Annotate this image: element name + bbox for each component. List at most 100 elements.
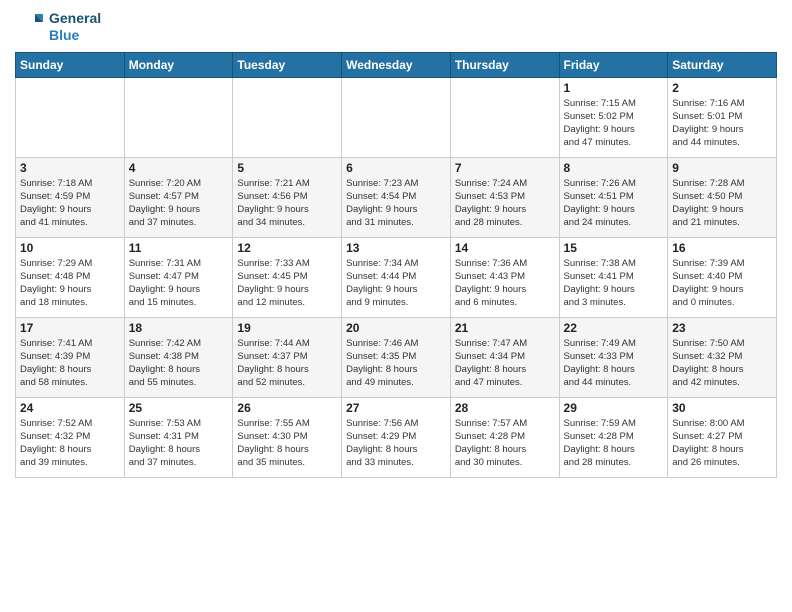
calendar-cell	[233, 77, 342, 157]
calendar-cell: 23 Sunrise: 7:50 AM Sunset: 4:32 PM Dayli…	[668, 317, 777, 397]
calendar-cell: 15Sunrise: 7:38 AM Sunset: 4:41 PM Dayli…	[559, 237, 668, 317]
day-info: Sunrise: 7:20 AM Sunset: 4:57 PM Dayligh…	[129, 177, 229, 230]
calendar-cell: 4 Sunrise: 7:20 AM Sunset: 4:57 PM Daylig…	[124, 157, 233, 237]
calendar-cell: 26 Sunrise: 7:55 AM Sunset: 4:30 PM Dayli…	[233, 397, 342, 477]
day-number: 24	[20, 401, 120, 415]
day-info: Sunrise: 8:00 AM Sunset: 4:27 PM Dayligh…	[672, 417, 772, 470]
day-info: Sunrise: 7:50 AM Sunset: 4:32 PM Dayligh…	[672, 337, 772, 390]
day-number: 16	[672, 241, 772, 255]
day-info: Sunrise: 7:53 AM Sunset: 4:31 PM Dayligh…	[129, 417, 229, 470]
day-info: Sunrise: 7:29 AM Sunset: 4:48 PM Dayligh…	[20, 257, 120, 310]
day-info: Sunrise: 7:39 AM Sunset: 4:40 PM Dayligh…	[672, 257, 772, 310]
day-info: Sunrise: 7:49 AM Sunset: 4:33 PM Dayligh…	[564, 337, 664, 390]
calendar-cell: 30 Sunrise: 8:00 AM Sunset: 4:27 PM Dayli…	[668, 397, 777, 477]
calendar-cell: 21 Sunrise: 7:47 AM Sunset: 4:34 PM Dayli…	[450, 317, 559, 397]
day-number: 18	[129, 321, 229, 335]
calendar-cell: 1 Sunrise: 7:15 AM Sunset: 5:02 PM Daylig…	[559, 77, 668, 157]
day-number: 22	[564, 321, 664, 335]
day-number: 25	[129, 401, 229, 415]
calendar-cell	[450, 77, 559, 157]
day-info: Sunrise: 7:44 AM Sunset: 4:37 PM Dayligh…	[237, 337, 337, 390]
calendar-cell: 24 Sunrise: 7:52 AM Sunset: 4:32 PM Dayli…	[16, 397, 125, 477]
calendar-cell: 3Sunrise: 7:18 AM Sunset: 4:59 PM Daylig…	[16, 157, 125, 237]
calendar-cell: 13 Sunrise: 7:34 AM Sunset: 4:44 PM Dayli…	[342, 237, 451, 317]
logo-blue: Blue	[49, 27, 101, 44]
calendar-header-row: SundayMondayTuesdayWednesdayThursdayFrid…	[16, 52, 777, 77]
day-info: Sunrise: 7:15 AM Sunset: 5:02 PM Dayligh…	[564, 97, 664, 150]
col-header-monday: Monday	[124, 52, 233, 77]
calendar-cell: 11 Sunrise: 7:31 AM Sunset: 4:47 PM Dayli…	[124, 237, 233, 317]
day-info: Sunrise: 7:34 AM Sunset: 4:44 PM Dayligh…	[346, 257, 446, 310]
calendar-cell: 5 Sunrise: 7:21 AM Sunset: 4:56 PM Daylig…	[233, 157, 342, 237]
day-info: Sunrise: 7:23 AM Sunset: 4:54 PM Dayligh…	[346, 177, 446, 230]
page-container: General Blue SundayMondayTuesdayWednesda…	[0, 0, 792, 483]
calendar-cell: 29Sunrise: 7:59 AM Sunset: 4:28 PM Dayli…	[559, 397, 668, 477]
calendar-cell: 28 Sunrise: 7:57 AM Sunset: 4:28 PM Dayli…	[450, 397, 559, 477]
day-info: Sunrise: 7:52 AM Sunset: 4:32 PM Dayligh…	[20, 417, 120, 470]
day-info: Sunrise: 7:21 AM Sunset: 4:56 PM Dayligh…	[237, 177, 337, 230]
day-number: 9	[672, 161, 772, 175]
day-number: 8	[564, 161, 664, 175]
day-number: 14	[455, 241, 555, 255]
day-number: 30	[672, 401, 772, 415]
calendar-cell: 8 Sunrise: 7:26 AM Sunset: 4:51 PM Daylig…	[559, 157, 668, 237]
day-info: Sunrise: 7:57 AM Sunset: 4:28 PM Dayligh…	[455, 417, 555, 470]
day-number: 13	[346, 241, 446, 255]
calendar-cell: 19Sunrise: 7:44 AM Sunset: 4:37 PM Dayli…	[233, 317, 342, 397]
day-info: Sunrise: 7:55 AM Sunset: 4:30 PM Dayligh…	[237, 417, 337, 470]
day-number: 21	[455, 321, 555, 335]
day-number: 20	[346, 321, 446, 335]
calendar-week-4: 17 Sunrise: 7:41 AM Sunset: 4:39 PM Dayli…	[16, 317, 777, 397]
calendar-cell: 18 Sunrise: 7:42 AM Sunset: 4:38 PM Dayli…	[124, 317, 233, 397]
logo-svg-icon	[15, 12, 45, 42]
day-info: Sunrise: 7:38 AM Sunset: 4:41 PM Dayligh…	[564, 257, 664, 310]
day-number: 23	[672, 321, 772, 335]
col-header-thursday: Thursday	[450, 52, 559, 77]
day-info: Sunrise: 7:31 AM Sunset: 4:47 PM Dayligh…	[129, 257, 229, 310]
calendar-cell: 12 Sunrise: 7:33 AM Sunset: 4:45 PM Dayli…	[233, 237, 342, 317]
day-number: 5	[237, 161, 337, 175]
day-info: Sunrise: 7:41 AM Sunset: 4:39 PM Dayligh…	[20, 337, 120, 390]
logo-general: General	[49, 10, 101, 27]
calendar-cell: 25 Sunrise: 7:53 AM Sunset: 4:31 PM Dayli…	[124, 397, 233, 477]
day-number: 4	[129, 161, 229, 175]
calendar-cell: 27Sunrise: 7:56 AM Sunset: 4:29 PM Dayli…	[342, 397, 451, 477]
col-header-tuesday: Tuesday	[233, 52, 342, 77]
calendar-cell: 2 Sunrise: 7:16 AM Sunset: 5:01 PM Daylig…	[668, 77, 777, 157]
calendar-cell: 6 Sunrise: 7:23 AM Sunset: 4:54 PM Daylig…	[342, 157, 451, 237]
day-number: 7	[455, 161, 555, 175]
calendar-week-3: 10 Sunrise: 7:29 AM Sunset: 4:48 PM Dayli…	[16, 237, 777, 317]
logo: General Blue	[15, 10, 101, 44]
calendar-week-5: 24 Sunrise: 7:52 AM Sunset: 4:32 PM Dayli…	[16, 397, 777, 477]
calendar-cell	[16, 77, 125, 157]
day-number: 6	[346, 161, 446, 175]
calendar-cell: 17 Sunrise: 7:41 AM Sunset: 4:39 PM Dayli…	[16, 317, 125, 397]
calendar-cell: 9 Sunrise: 7:28 AM Sunset: 4:50 PM Daylig…	[668, 157, 777, 237]
day-number: 26	[237, 401, 337, 415]
day-number: 28	[455, 401, 555, 415]
day-info: Sunrise: 7:46 AM Sunset: 4:35 PM Dayligh…	[346, 337, 446, 390]
day-number: 17	[20, 321, 120, 335]
day-info: Sunrise: 7:36 AM Sunset: 4:43 PM Dayligh…	[455, 257, 555, 310]
day-number: 12	[237, 241, 337, 255]
day-info: Sunrise: 7:16 AM Sunset: 5:01 PM Dayligh…	[672, 97, 772, 150]
day-number: 27	[346, 401, 446, 415]
day-info: Sunrise: 7:42 AM Sunset: 4:38 PM Dayligh…	[129, 337, 229, 390]
day-number: 29	[564, 401, 664, 415]
calendar-cell: 20 Sunrise: 7:46 AM Sunset: 4:35 PM Dayli…	[342, 317, 451, 397]
day-info: Sunrise: 7:28 AM Sunset: 4:50 PM Dayligh…	[672, 177, 772, 230]
day-info: Sunrise: 7:47 AM Sunset: 4:34 PM Dayligh…	[455, 337, 555, 390]
day-number: 10	[20, 241, 120, 255]
calendar-week-2: 3Sunrise: 7:18 AM Sunset: 4:59 PM Daylig…	[16, 157, 777, 237]
day-number: 2	[672, 81, 772, 95]
day-info: Sunrise: 7:26 AM Sunset: 4:51 PM Dayligh…	[564, 177, 664, 230]
header: General Blue	[15, 10, 777, 44]
day-number: 1	[564, 81, 664, 95]
col-header-sunday: Sunday	[16, 52, 125, 77]
calendar-cell: 7Sunrise: 7:24 AM Sunset: 4:53 PM Daylig…	[450, 157, 559, 237]
day-info: Sunrise: 7:33 AM Sunset: 4:45 PM Dayligh…	[237, 257, 337, 310]
day-number: 3	[20, 161, 120, 175]
day-number: 11	[129, 241, 229, 255]
calendar-cell	[342, 77, 451, 157]
calendar-cell: 10 Sunrise: 7:29 AM Sunset: 4:48 PM Dayli…	[16, 237, 125, 317]
